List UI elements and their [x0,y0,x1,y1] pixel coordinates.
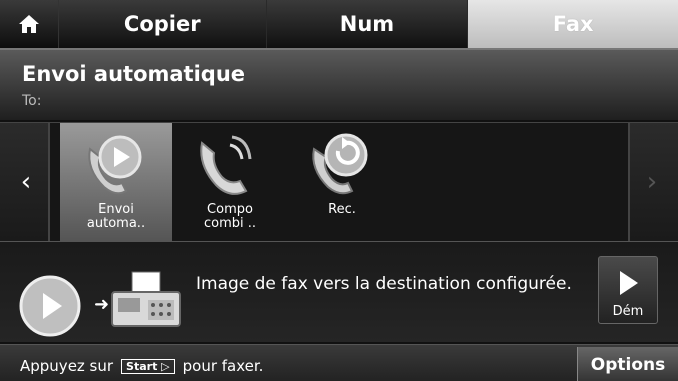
auto-send-icon [88,135,142,195]
start-send-button[interactable]: Dém [598,256,658,324]
function-carousel: ‹ Envoi automa.. Compo combi .. Rec. › [0,122,678,243]
start-send-label: Dém [612,304,644,319]
scroll-left-button[interactable]: ‹ [6,123,46,241]
tab-num[interactable]: Num [266,0,469,48]
title-area: Envoi automatique To: [0,50,678,120]
hint-bar: Appuyez sur Start ▷ pour faxer. Options [0,344,678,381]
tab-bar: Copier Num Fax [0,0,678,50]
play-circle-icon [19,275,81,337]
carousel-item-label: Rec. [328,202,356,217]
tab-fax[interactable]: Fax [468,0,678,48]
chevron-right-icon: › [646,167,658,197]
home-button[interactable] [0,0,59,48]
carousel-item-label: Envoi automa.. [86,202,146,231]
info-panel: ➜ Image de fax vers la destination confi… [0,242,678,342]
start-key-badge: Start ▷ [121,359,175,374]
carousel-item-label: Compo combi .. [203,202,257,231]
fax-screen: Copier Num Fax Envoi automatique To: ‹ E… [0,0,678,381]
play-icon [620,271,638,295]
options-button[interactable]: Options [577,347,678,381]
to-field-label: To: [22,93,42,109]
carousel-item-rec[interactable]: Rec. [286,123,398,241]
scroll-right-button[interactable]: › [632,123,672,241]
description-text: Image de fax vers la destination configu… [196,274,572,294]
carousel-item-compo-combi[interactable]: Compo combi .. [174,123,286,241]
arrow-right-icon: ➜ [94,294,110,315]
hint-text: Appuyez sur Start ▷ pour faxer. [20,357,264,375]
redial-icon [312,133,368,195]
phone-dial-icon [200,135,252,195]
home-icon [18,15,39,33]
chevron-left-icon: ‹ [20,167,32,197]
tab-copier[interactable]: Copier [58,0,267,48]
carousel-item-envoi-auto[interactable]: Envoi automa.. [60,123,172,241]
page-title: Envoi automatique [22,62,246,86]
carousel-track: Envoi automa.. Compo combi .. Rec. [48,123,630,241]
fax-machine-icon [111,271,181,327]
